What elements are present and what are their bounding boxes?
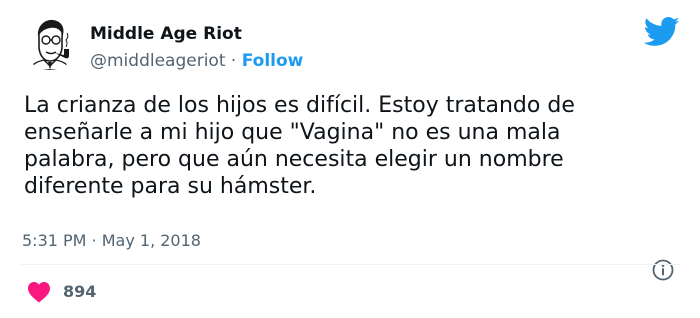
tweet-timestamp[interactable]: 5:31 PM · May 1, 2018 (22, 231, 201, 250)
info-icon[interactable] (651, 258, 675, 282)
avatar-illustration (29, 19, 71, 70)
tweet-text: La crianza de los hijos es difícil. Esto… (24, 93, 575, 199)
avatar[interactable] (22, 14, 78, 70)
display-name[interactable]: Middle Age Riot (90, 24, 242, 44)
divider (20, 264, 680, 265)
like-count[interactable]: 894 (63, 282, 96, 301)
handle-separator: · (225, 51, 242, 71)
twitter-bird-icon[interactable] (644, 17, 680, 47)
heart-icon[interactable] (27, 281, 51, 303)
handle[interactable]: @middleageriot (90, 51, 226, 71)
handle-row: @middleageriot · Follow (90, 51, 303, 71)
follow-button[interactable]: Follow (242, 51, 304, 71)
